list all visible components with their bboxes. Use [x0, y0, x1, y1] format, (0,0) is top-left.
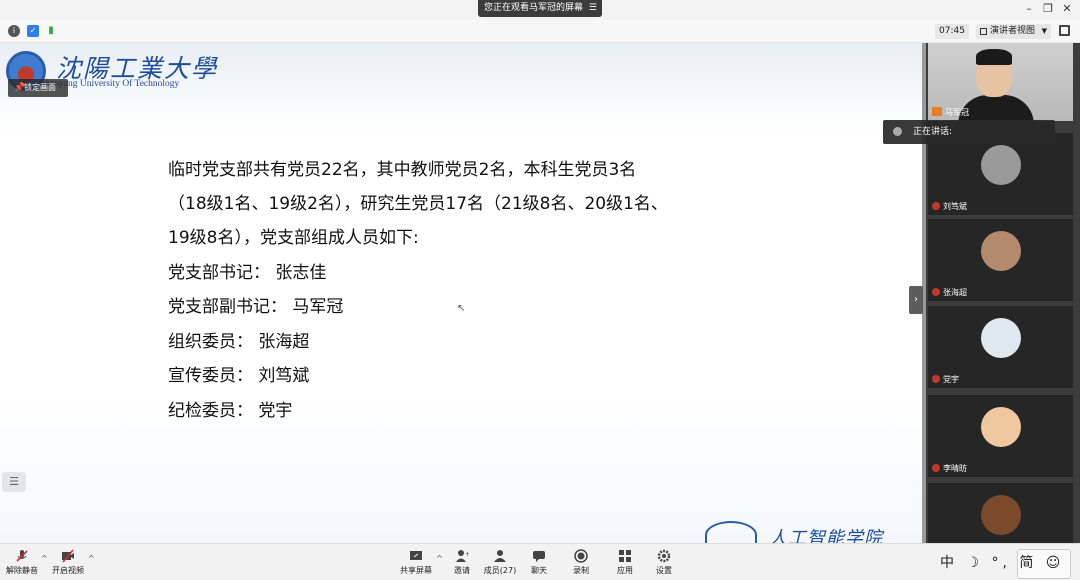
chevron-up-icon[interactable]: ^ [88, 554, 95, 563]
shared-screen: 沈陽工業大學 Shenyang University Of Technology… [0, 43, 922, 543]
title-bar: 您正在观看马军冠的屏幕 ☰ – ❐ ✕ [0, 0, 1080, 20]
college-emblem-icon [705, 521, 757, 543]
chevron-up-icon[interactable]: ^ [41, 554, 48, 563]
record-button[interactable]: 录制 [561, 547, 601, 579]
participant-tile[interactable]: 刘笃斌 [928, 133, 1073, 215]
presenter-body [958, 95, 1034, 121]
avatar [980, 318, 1021, 358]
mic-off-icon [16, 550, 28, 562]
mic-muted-icon [932, 375, 940, 383]
members-button[interactable]: 成员(27) [480, 547, 520, 579]
svg-text:+: + [465, 551, 469, 558]
chat-icon [533, 551, 545, 562]
meeting-timer: 07:45 [935, 24, 969, 39]
pin-icon: 📌 [14, 83, 26, 93]
presenter-name-label: 马军冠 [932, 107, 969, 118]
slide-line: 组织委员： 张海超 [168, 332, 310, 352]
mic-muted-icon [932, 202, 940, 210]
participant-tile[interactable]: 党宇 [928, 306, 1073, 388]
slide-line: 19级8名），党支部组成人员如下: [168, 228, 419, 248]
lock-screen-button[interactable]: 📌 锁定画面 [8, 79, 68, 97]
record-icon [574, 549, 588, 563]
screen-share-icon [932, 107, 942, 116]
shield-icon[interactable]: ✓ [27, 25, 39, 37]
college-logo: 人工智能学院 [697, 519, 922, 543]
avatar [980, 407, 1021, 447]
meeting-toolbar: 解除静音 ^ 开启视频 ^ 共享屏幕 ^ + 邀请 成员(27) 聊天 录制 应… [0, 543, 1080, 580]
speaking-label: 正在讲话: [913, 127, 953, 137]
settings-button[interactable]: 设置 [644, 547, 684, 579]
participant-tile[interactable]: 张海超 [928, 219, 1073, 301]
mouse-cursor-icon: ↖ [457, 303, 466, 314]
participant-name: 李晴昉 [932, 463, 967, 474]
collapse-panel-button[interactable]: › [909, 286, 923, 314]
share-screen-icon [410, 551, 422, 560]
avatar [980, 495, 1021, 535]
mic-muted-icon [932, 464, 940, 472]
slide-list-button[interactable]: ☰ [2, 472, 26, 492]
apps-button[interactable]: 应用 [605, 547, 645, 579]
participant-name: 党宇 [932, 374, 959, 385]
view-mode-label: 演讲者视图 [990, 26, 1036, 36]
view-grid-icon [980, 28, 987, 35]
meeting-info-bar: i ✓ ▮ 07:45 演讲者视图 ▼ [0, 20, 1080, 43]
banner-menu-icon[interactable]: ☰ [589, 0, 597, 17]
share-screen-button[interactable]: 共享屏幕 [396, 547, 436, 579]
slide-line: （18级1名、19级2名），研究生党员17名（21级8名、20级1名、 [168, 194, 668, 214]
avatar [980, 231, 1021, 271]
avatar [980, 145, 1021, 185]
slide-line: 党支部书记： 张志佳 [168, 263, 327, 283]
ime-indicator[interactable]: 中 ☽ °, 简 ☺ [940, 552, 1064, 572]
participant-tile[interactable]: 李晴昉 [928, 395, 1073, 477]
camera-off-icon [62, 549, 74, 563]
participant-tile[interactable] [928, 483, 1073, 543]
college-name: 人工智能学院 [769, 528, 883, 543]
signal-icon[interactable]: ▮ [45, 25, 57, 37]
slide-line: 宣传委员： 刘笃斌 [168, 366, 310, 386]
meeting-window: 您正在观看马军冠的屏幕 ☰ – ❐ ✕ i ✓ ▮ 07:45 演讲者视图 ▼ … [0, 0, 1080, 580]
lock-screen-label: 锁定画面 [24, 83, 56, 92]
share-banner-text: 您正在观看马军冠的屏幕 [484, 3, 584, 13]
slide-line: 党支部副书记： 马军冠 [168, 297, 344, 317]
participant-panel: 马军冠 刘笃斌 张海超 党宇 李晴昉 [926, 43, 1080, 543]
close-icon[interactable]: ✕ [1060, 2, 1074, 16]
screen-share-banner[interactable]: 您正在观看马军冠的屏幕 ☰ [478, 0, 602, 17]
mic-muted-icon [932, 288, 940, 296]
slide-header: 沈陽工業大學 Shenyang University Of Technology… [0, 43, 922, 98]
unmute-button[interactable]: 解除静音 [2, 547, 42, 579]
view-mode-select[interactable]: 演讲者视图 ▼ [976, 24, 1051, 39]
speaker-icon [893, 127, 902, 136]
presenter-video-tile[interactable]: 马军冠 [928, 43, 1073, 121]
gear-icon [657, 549, 671, 563]
speaking-indicator: 正在讲话: [883, 120, 1055, 144]
restore-icon[interactable]: ❐ [1041, 2, 1055, 16]
chat-button[interactable]: 聊天 [519, 547, 559, 579]
chevron-down-icon: ▼ [1041, 27, 1047, 35]
start-video-button[interactable]: 开启视频 [48, 547, 88, 579]
slide-line: 纪检委员： 党宇 [168, 401, 293, 421]
presenter-hair [976, 49, 1012, 65]
slide-line: 临时党支部共有党员22名，其中教师党员2名，本科生党员3名 [168, 160, 637, 180]
invite-button[interactable]: + 邀请 [442, 547, 482, 579]
apps-icon [619, 550, 631, 562]
fullscreen-icon[interactable] [1059, 25, 1070, 36]
participant-name: 刘笃斌 [932, 201, 967, 212]
minimize-icon[interactable]: – [1022, 2, 1036, 16]
info-icon[interactable]: i [8, 25, 20, 37]
invite-icon: + [456, 550, 469, 562]
members-icon [494, 550, 506, 562]
participant-name: 张海超 [932, 287, 967, 298]
